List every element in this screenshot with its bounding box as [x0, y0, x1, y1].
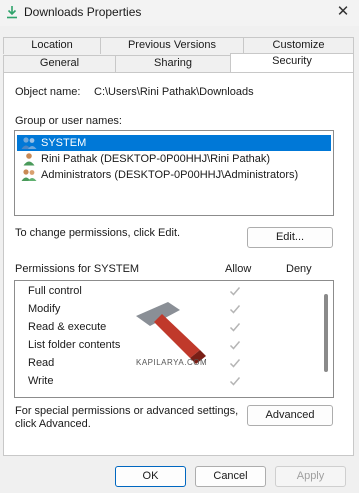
user-name: SYSTEM [41, 137, 87, 149]
group-label: Group or user names: [15, 115, 122, 127]
allow-check-icon [229, 305, 241, 314]
change-permissions-text: To change permissions, click Edit. [15, 227, 181, 239]
allow-check-icon [229, 359, 241, 368]
list-item-system[interactable]: SYSTEM [17, 135, 331, 151]
permissions-scrollbar[interactable] [320, 282, 332, 396]
users-icon [21, 169, 37, 181]
ok-button[interactable]: OK [115, 466, 186, 487]
object-name-label: Object name: [15, 86, 81, 98]
cancel-button[interactable]: Cancel [195, 466, 266, 487]
permissions-label: Permissions for SYSTEM [15, 263, 140, 275]
allow-header: Allow [225, 263, 252, 275]
user-list[interactable]: SYSTEM Rini Pathak (DESKTOP-0P00HHJ\Rini… [14, 130, 334, 216]
allow-check-icon [229, 323, 241, 332]
object-name-value: C:\Users\Rini Pathak\Downloads [94, 86, 254, 98]
scrollbar-thumb[interactable] [324, 294, 328, 372]
apply-button[interactable]: Apply [275, 466, 346, 487]
deny-header: Deny [286, 263, 312, 275]
special-permissions-text-line2: click Advanced. [15, 418, 91, 430]
users-icon [21, 137, 37, 149]
user-name: Administrators (DESKTOP-0P00HHJ\Administ… [41, 169, 299, 181]
allow-check-icon [229, 341, 241, 350]
advanced-button[interactable]: Advanced [247, 405, 333, 426]
special-permissions-text-line1: For special permissions or advanced sett… [15, 405, 239, 417]
user-name: Rini Pathak (DESKTOP-0P00HHJ\Rini Pathak… [41, 153, 271, 165]
permission-row-read-execute: Read & execute [28, 321, 107, 333]
edit-button[interactable]: Edit... [247, 227, 333, 248]
allow-check-icon [229, 377, 241, 386]
list-item-rini-pathak[interactable]: Rini Pathak (DESKTOP-0P00HHJ\Rini Pathak… [17, 151, 331, 167]
permission-row-read: Read [28, 357, 55, 369]
user-icon [23, 153, 35, 166]
list-item-administrators[interactable]: Administrators (DESKTOP-0P00HHJ\Administ… [17, 167, 331, 183]
allow-check-icon [229, 287, 241, 296]
permission-row-full-control: Full control [28, 285, 82, 297]
permission-row-list-folder-contents: List folder contents [28, 339, 121, 351]
watermark-text: KAPILARYA.COM [136, 358, 208, 367]
permission-row-write: Write [28, 375, 54, 387]
permission-row-modify: Modify [28, 303, 61, 315]
